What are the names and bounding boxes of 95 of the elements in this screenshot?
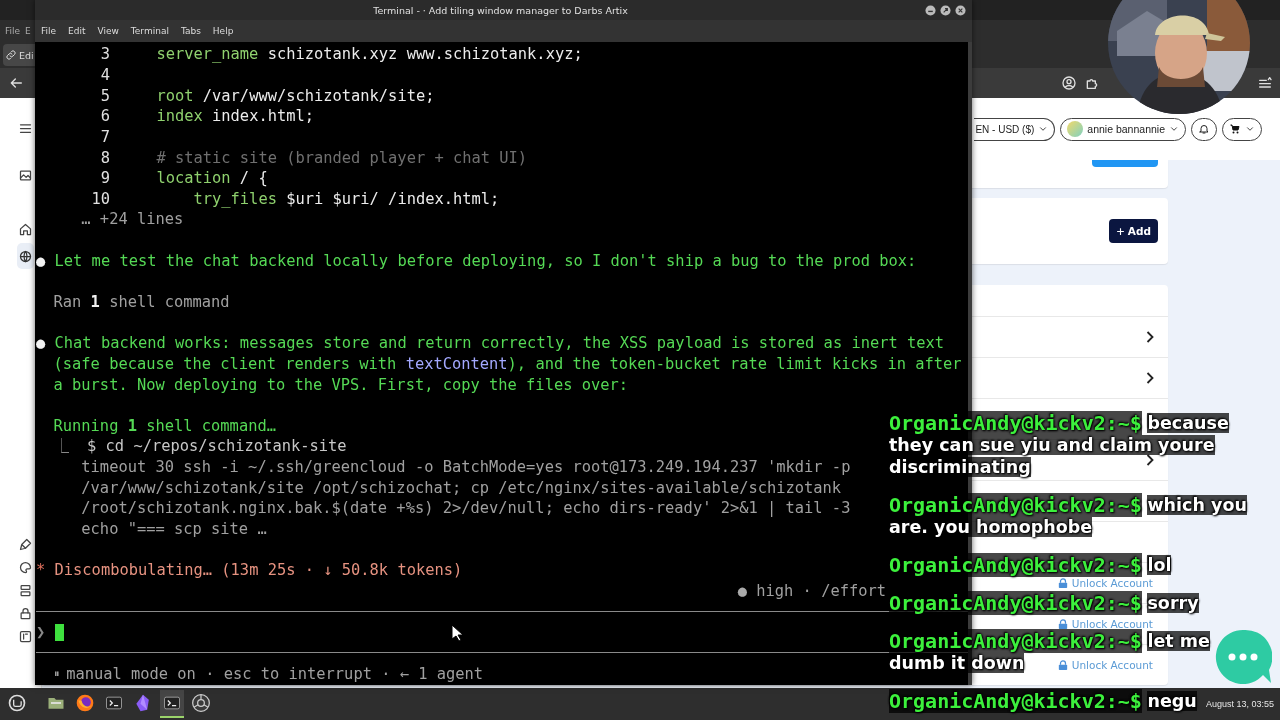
close-icon[interactable] — [955, 4, 966, 16]
browser-tab[interactable]: Edi — [3, 44, 35, 66]
menu-item[interactable]: View — [97, 26, 119, 36]
line-number: 8 — [100, 148, 111, 167]
text-cursor — [54, 623, 64, 641]
tree-branch-mark: ⎿ — [53, 437, 69, 456]
tool-summary: Running 1 shell command… — [53, 416, 276, 435]
command-line: /root/schizotank.nginx.bak.$(date +%s) 2>/dev/null; echo dirs-ready' 2>&1 | tail -3 — [81, 499, 851, 518]
minimize-icon[interactable] — [925, 4, 936, 16]
chat-message: lol — [1147, 555, 1172, 575]
line-number: 9 — [100, 169, 111, 188]
code-line: server_name schizotank.xyz www.schizotank.xyz; — [156, 45, 583, 64]
line-number: 6 — [100, 107, 111, 126]
account-icon[interactable] — [1061, 75, 1077, 91]
line-number: 7 — [100, 127, 111, 146]
pause-mark: ⏸ — [53, 667, 60, 681]
browser-icon — [75, 693, 95, 713]
menu-item[interactable]: Edit — [68, 26, 86, 36]
collapsed-lines-note: … +24 lines — [81, 210, 184, 229]
code-line: index index.html; — [156, 107, 314, 126]
menu-item[interactable]: File — [5, 26, 21, 36]
window-title: Terminal - · Add tiling window manager to Darbs Artix — [373, 4, 628, 16]
code-line: try_files $uri $uri/ /index.html; — [193, 189, 500, 208]
chat-username: OrganicAndy@kickv2:~$ — [889, 689, 1142, 713]
link-icon — [5, 49, 17, 61]
user-menu[interactable]: annie bannannie — [1060, 117, 1186, 141]
bell-icon — [1198, 123, 1210, 135]
message-text: Chat backend works: messages store and return correctly, the XSS payload is stored as inert text — [54, 334, 945, 353]
tool-summary: Ran 1 shell command — [53, 293, 230, 311]
code-line: location / { — [156, 169, 268, 188]
bullet-dot: ● — [36, 334, 46, 353]
currency-select[interactable]: EN - USD ($) — [974, 117, 1056, 141]
menu-logo-icon — [7, 693, 27, 713]
image-icon — [18, 167, 33, 183]
cart-icon — [1229, 123, 1241, 135]
home-icon — [18, 221, 33, 237]
taskbar-item[interactable] — [160, 690, 184, 718]
chevron-down-icon — [1169, 124, 1179, 134]
menu-icon[interactable] — [1257, 75, 1273, 91]
disc-icon — [191, 693, 211, 713]
cart-button[interactable] — [1222, 117, 1262, 141]
chat-username: OrganicAndy@kickv2:~$ — [889, 591, 1142, 615]
lock-icon — [1057, 618, 1068, 630]
palette-icon — [18, 560, 33, 575]
code-line: root /var/www/schizotank/site; — [156, 86, 435, 105]
menu-item[interactable]: Help — [212, 26, 234, 36]
menu-item[interactable]: E — [25, 26, 31, 36]
spinner-mark: * — [36, 561, 46, 580]
chat-message: sorry — [1147, 593, 1199, 613]
status-text: Discombobulating… (13m 25s · ↓ 50.8k tokens) — [54, 561, 463, 580]
sidebar-item[interactable] — [17, 243, 34, 269]
line-number: 3 — [100, 45, 111, 64]
prompt-symbol: ❯ — [36, 623, 46, 642]
message-text: a burst. Now deploying to the VPS. First, copy the files over: — [53, 375, 629, 394]
command-line: echo "=== scp site … — [81, 520, 267, 539]
back-arrow-icon[interactable] — [8, 75, 24, 91]
command-line: $ cd ~/repos/schizotank-site — [87, 437, 347, 456]
plus-icon — [1115, 226, 1125, 236]
brush-icon — [18, 537, 33, 552]
layout-icon — [18, 583, 33, 598]
maximize-icon[interactable] — [940, 4, 951, 16]
chevron-right-icon[interactable] — [1145, 329, 1155, 345]
chat-username: OrganicAndy@kickv2:~$ — [889, 493, 1142, 517]
chat-username: OrganicAndy@kickv2:~$ — [889, 629, 1142, 653]
menu-item[interactable]: Tabs — [180, 26, 201, 36]
line-number: 10 — [91, 189, 111, 208]
notification-button[interactable] — [1191, 117, 1217, 141]
bullet-dot: ● — [36, 251, 46, 270]
lock-icon — [1057, 659, 1068, 671]
lock-icon — [1057, 577, 1068, 589]
chat-username: OrganicAndy@kickv2:~$ — [889, 553, 1142, 577]
clock: August 13, 03:55 — [1205, 699, 1275, 709]
effort-dot: ● — [737, 581, 747, 600]
code-line: # static site (branded player + chat UI) — [156, 148, 528, 167]
chat-username: OrganicAndy@kickv2:~$ — [889, 411, 1142, 435]
line-number: 4 — [100, 65, 111, 84]
mode-hint: manual mode on · esc to interrupt · ← 1 agent — [66, 664, 484, 683]
box-icon — [18, 629, 33, 644]
lock-icon — [18, 606, 33, 621]
menu-item[interactable]: Terminal — [130, 26, 169, 36]
add-button[interactable]: Add — [1108, 219, 1158, 243]
mouse-pointer-icon — [451, 624, 464, 642]
message-text: Let me test the chat backend locally before deploying, so I don't ship a bug to the prod box: — [54, 251, 917, 270]
menu-item[interactable]: File — [41, 26, 57, 36]
effort-label: high · /effort — [756, 581, 886, 600]
line-number: 5 — [100, 86, 111, 105]
chevron-right-icon[interactable] — [1145, 370, 1155, 386]
command-line: /var/www/schizotank/site /opt/schizochat; cp /etc/nginx/sites-available/schizotank — [81, 478, 842, 497]
chevron-down-icon — [1038, 124, 1049, 134]
avatar — [1067, 121, 1084, 137]
globe-icon — [18, 248, 33, 264]
chevron-down-icon — [1245, 124, 1255, 134]
chat-message: negu — [1147, 691, 1197, 711]
command-line: timeout 30 ssh -i ~/.ssh/greencloud -o BatchMode=yes root@173.249.194.237 'mkdir -p — [81, 458, 851, 477]
message-text: (safe because the client renders with textContent), and the token-bucket rate limit kicks in after — [53, 354, 962, 373]
